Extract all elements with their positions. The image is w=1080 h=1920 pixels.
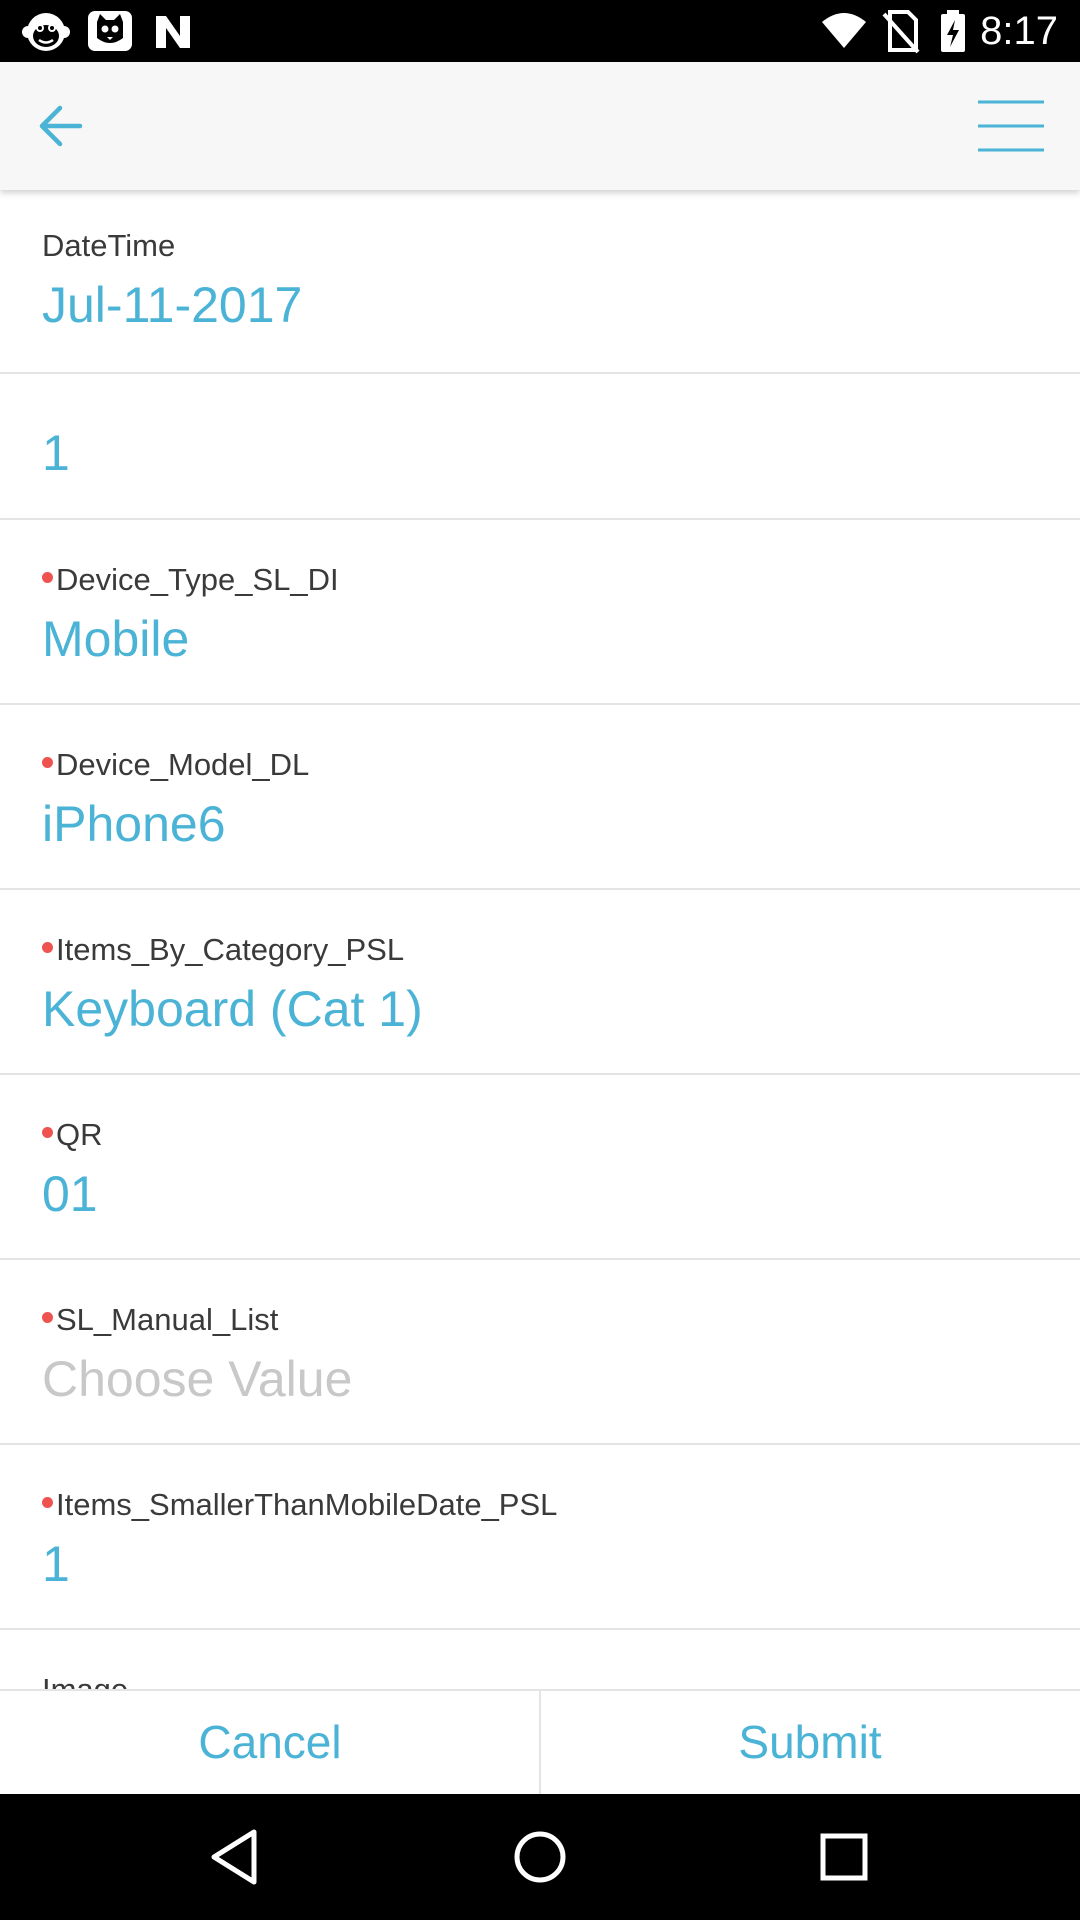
system-nav-bar xyxy=(0,1794,1080,1920)
field-label: Device_Model_DL xyxy=(56,747,310,782)
no-sim-icon xyxy=(882,10,920,54)
field-label: SL_Manual_List xyxy=(56,1302,279,1337)
field-datetime[interactable]: DateTime Jul-11-2017 xyxy=(0,190,1080,374)
field-image[interactable]: Image xyxy=(0,1630,1080,1690)
home-circle-icon[interactable] xyxy=(505,1822,575,1892)
field-value: Mobile xyxy=(42,611,190,667)
field-device-type[interactable]: Device_Type_SL_DI Mobile xyxy=(0,520,1080,705)
required-indicator xyxy=(42,572,53,583)
field-label: Image xyxy=(42,1672,129,1690)
field-value: 01 xyxy=(42,1166,98,1222)
battery-charging-icon xyxy=(941,10,965,52)
field-label: Items_SmallerThanMobileDate_PSL xyxy=(56,1487,558,1522)
field-number[interactable]: 1 xyxy=(0,374,1080,520)
cat-app-icon xyxy=(88,11,132,51)
field-items-smaller-than-mobile-date[interactable]: Items_SmallerThanMobileDate_PSL 1 xyxy=(0,1445,1080,1630)
required-indicator xyxy=(42,757,53,768)
clock-time: 8:17 xyxy=(980,9,1058,53)
field-qr[interactable]: QR 01 xyxy=(0,1075,1080,1260)
field-items-by-category[interactable]: Items_By_Category_PSL Keyboard (Cat 1) xyxy=(0,890,1080,1075)
required-indicator xyxy=(42,1312,53,1323)
field-placeholder: Choose Value xyxy=(42,1351,353,1407)
field-label: DateTime xyxy=(42,228,176,263)
field-value: 1 xyxy=(42,1536,70,1592)
action-bar: Cancel Submit xyxy=(0,1689,1080,1794)
monkey-app-icon xyxy=(22,13,70,51)
recents-square-icon[interactable] xyxy=(809,1822,879,1892)
required-indicator xyxy=(42,1497,53,1508)
field-label: QR xyxy=(56,1117,103,1152)
required-indicator xyxy=(42,1127,53,1138)
n-app-icon xyxy=(156,16,190,48)
back-arrow-icon[interactable] xyxy=(34,96,94,156)
status-bar: 8:17 xyxy=(0,0,1080,62)
submit-button[interactable]: Submit xyxy=(540,1691,1080,1794)
field-value: 1 xyxy=(42,425,70,481)
field-label: Device_Type_SL_DI xyxy=(56,562,339,597)
field-value: iPhone6 xyxy=(42,796,226,852)
back-triangle-icon[interactable] xyxy=(200,1822,270,1892)
field-label: Items_By_Category_PSL xyxy=(56,932,405,967)
form-fields: DateTime Jul-11-2017 1 Device_Type_SL_DI… xyxy=(0,190,1080,1690)
app-bar xyxy=(0,62,1080,190)
wifi-icon xyxy=(822,13,866,48)
required-indicator xyxy=(42,942,53,953)
field-value: Jul-11-2017 xyxy=(42,277,303,333)
field-device-model[interactable]: Device_Model_DL iPhone6 xyxy=(0,705,1080,890)
hamburger-menu-icon[interactable] xyxy=(978,98,1044,154)
field-sl-manual-list[interactable]: SL_Manual_List Choose Value xyxy=(0,1260,1080,1445)
field-value: Keyboard (Cat 1) xyxy=(42,981,423,1037)
cancel-button[interactable]: Cancel xyxy=(0,1691,540,1794)
